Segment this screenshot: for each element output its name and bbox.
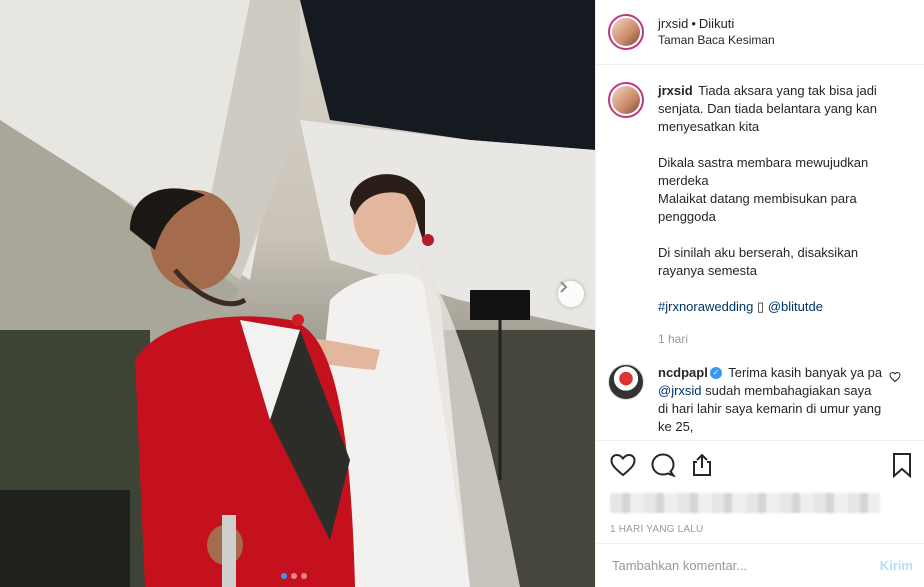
list-item: ncdpapl ✓ Terima kasih banyak ya pa @jrxs… [608, 364, 909, 436]
commenter-avatar[interactable] [608, 364, 644, 400]
post-photo[interactable] [0, 0, 595, 587]
posted-time[interactable]: 1 HARI YANG LALU [610, 524, 913, 535]
caption: jrxsid Tiada aksara yang tak bisa jadi s… [608, 82, 909, 348]
heart-outline-icon [889, 371, 901, 383]
like-button[interactable] [610, 453, 636, 477]
heart-icon [610, 453, 636, 477]
like-comment-button[interactable] [889, 370, 901, 388]
bookmark-icon [893, 453, 911, 478]
share-icon [693, 453, 711, 476]
follow-status[interactable]: Diikuti [699, 16, 734, 31]
caption-time[interactable]: 1 hari [658, 330, 903, 348]
avatar[interactable] [608, 14, 644, 50]
comment-input[interactable] [612, 558, 880, 573]
caption-paragraph-3: Di sinilah aku berserah, disaksikan raya… [658, 245, 859, 278]
post-side-panel: jrxsid • Diikuti Taman Baca Kesiman jrxsid… [595, 0, 924, 587]
caption-paragraph-2: Dikala sastra membara mewujudkan merdeka… [658, 155, 869, 224]
hashtag-link[interactable]: #jrxnorawedding [658, 299, 753, 314]
comment-icon [651, 453, 676, 477]
mention-link[interactable]: @blitutde [768, 299, 823, 314]
comment-mention-link[interactable]: @jrxsid [658, 383, 702, 398]
carousel-dot [291, 573, 297, 579]
save-button[interactable] [891, 452, 913, 478]
post-actions: 1 HARI YANG LALU [596, 440, 924, 535]
carousel-dot [281, 573, 287, 579]
commenter-username[interactable]: ncdpapl [658, 365, 708, 380]
location-link[interactable]: Taman Baca Kesiman [658, 32, 775, 48]
next-slide-button[interactable] [558, 281, 584, 307]
chevron-right-icon [560, 281, 568, 293]
add-comment-bar: Kirim [596, 543, 924, 587]
hashtag-emoji: ▯ [757, 299, 765, 314]
caption-username[interactable]: jrxsid [658, 83, 693, 98]
comment-text-pre: Terima kasih banyak ya pa [728, 365, 883, 380]
header-username[interactable]: jrxsid [658, 16, 688, 31]
caption-avatar[interactable] [608, 82, 644, 118]
separator-dot: • [691, 16, 696, 31]
carousel-indicator [281, 573, 307, 579]
likes-count-blurred [610, 493, 880, 513]
share-button[interactable] [690, 453, 714, 477]
comment-button[interactable] [650, 453, 676, 477]
post-comment-button[interactable]: Kirim [880, 558, 913, 573]
comments-list[interactable]: jrxsid Tiada aksara yang tak bisa jadi s… [596, 66, 924, 440]
wedding-photo-illustration [0, 0, 595, 587]
verified-badge-icon: ✓ [709, 366, 722, 379]
carousel-dot [301, 573, 307, 579]
post-header: jrxsid • Diikuti Taman Baca Kesiman [596, 0, 924, 65]
